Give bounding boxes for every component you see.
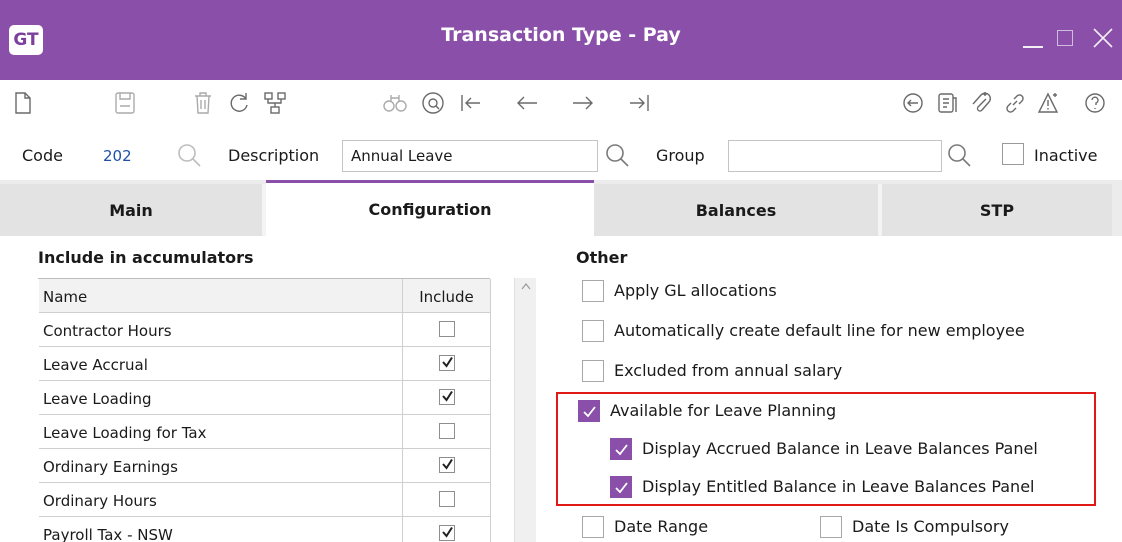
code-lookup-icon[interactable]	[176, 142, 202, 168]
title-bar: GT Transaction Type - Pay	[0, 0, 1122, 80]
first-icon[interactable]	[454, 86, 488, 120]
help-icon[interactable]	[1080, 86, 1110, 120]
excluded-from-annual-salary-label: Excluded from annual salary	[614, 361, 843, 380]
table-row[interactable]: Leave Loading	[39, 381, 491, 415]
description-field[interactable]: Annual Leave	[342, 140, 598, 172]
include-checkbox[interactable]	[439, 423, 455, 439]
include-checkbox[interactable]	[439, 525, 455, 541]
auto-create-default-line-checkbox[interactable]	[582, 320, 604, 342]
code-label: Code	[22, 146, 63, 165]
row-include-cell	[402, 313, 491, 347]
row-name: Leave Loading	[43, 390, 152, 408]
table-row[interactable]: Contractor Hours	[39, 313, 491, 347]
scroll-up-icon[interactable]	[521, 282, 531, 290]
minimize-icon	[1023, 46, 1043, 48]
include-checkbox[interactable]	[439, 355, 455, 371]
row-include-cell	[402, 449, 491, 483]
next-icon[interactable]	[566, 86, 600, 120]
tab-bar: Main Configuration Balances STP	[0, 180, 1122, 236]
row-include-cell	[402, 381, 491, 415]
group-lookup-icon[interactable]	[946, 142, 972, 168]
row-name: Ordinary Earnings	[43, 458, 178, 476]
display-accrued-balance-label: Display Accrued Balance in Leave Balance…	[642, 439, 1038, 458]
apply-gl-allocations-checkbox[interactable]	[582, 280, 604, 302]
other-title: Other	[576, 248, 628, 267]
column-header-include[interactable]: Include	[402, 279, 491, 313]
row-name: Ordinary Hours	[43, 492, 157, 510]
table-row[interactable]: Ordinary Hours	[39, 483, 491, 517]
delete-icon[interactable]	[186, 86, 220, 120]
tab-configuration[interactable]: Configuration	[266, 180, 594, 236]
inactive-checkbox[interactable]	[1002, 143, 1024, 165]
apply-gl-allocations-label: Apply GL allocations	[614, 281, 777, 300]
grid-header-row: Name Include	[39, 279, 491, 313]
date-is-compulsory-checkbox[interactable]	[820, 516, 842, 538]
include-checkbox[interactable]	[439, 321, 455, 337]
display-accrued-balance-checkbox[interactable]	[610, 438, 632, 460]
table-row[interactable]: Leave Accrual	[39, 347, 491, 381]
toolbar	[0, 80, 1122, 126]
row-name: Contractor Hours	[43, 322, 172, 340]
include-checkbox[interactable]	[439, 389, 455, 405]
date-is-compulsory-label: Date Is Compulsory	[852, 517, 1009, 536]
lookup-icon[interactable]	[416, 86, 450, 120]
group-field[interactable]	[728, 140, 942, 172]
maximize-icon	[1057, 30, 1073, 46]
grid-scrollbar[interactable]	[514, 278, 536, 542]
row-name: Payroll Tax - NSW	[43, 526, 173, 542]
window-title: Transaction Type - Pay	[441, 24, 681, 46]
row-include-cell	[402, 415, 491, 449]
row-name: Leave Loading for Tax	[43, 424, 207, 442]
new-icon[interactable]	[6, 86, 40, 120]
notes-icon[interactable]	[930, 86, 964, 120]
display-entitled-balance-label: Display Entitled Balance in Leave Balanc…	[642, 477, 1035, 496]
available-for-leave-planning-label: Available for Leave Planning	[610, 401, 837, 420]
find-icon[interactable]	[378, 86, 412, 120]
header-fields: Code 202 Description Annual Leave Group …	[0, 126, 1122, 180]
accumulators-grid: Name Include Contractor Hours Leave Accru…	[38, 278, 491, 542]
maximize-button[interactable]	[1050, 20, 1080, 56]
tab-main[interactable]: Main	[0, 184, 266, 236]
excluded-from-annual-salary-checkbox[interactable]	[582, 360, 604, 382]
description-lookup-icon[interactable]	[604, 142, 630, 168]
accumulators-title: Include in accumulators	[38, 248, 254, 267]
row-include-cell	[402, 483, 491, 517]
tab-stp[interactable]: STP	[882, 184, 1112, 236]
row-include-cell	[402, 347, 491, 381]
previous-icon[interactable]	[510, 86, 544, 120]
table-row[interactable]: Leave Loading for Tax	[39, 415, 491, 449]
description-label: Description	[228, 146, 320, 165]
available-for-leave-planning-checkbox[interactable]	[578, 400, 600, 422]
row-name: Leave Accrual	[43, 356, 148, 374]
inactive-label: Inactive	[1034, 146, 1098, 165]
refresh-icon[interactable]	[222, 86, 256, 120]
save-icon[interactable]	[108, 86, 142, 120]
close-icon	[1093, 28, 1113, 48]
last-icon[interactable]	[622, 86, 656, 120]
date-range-checkbox[interactable]	[582, 516, 604, 538]
back-icon[interactable]	[896, 86, 930, 120]
tab-balances[interactable]: Balances	[594, 184, 882, 236]
link-icon[interactable]	[998, 86, 1032, 120]
auto-create-default-line-label: Automatically create default line for ne…	[614, 321, 1025, 340]
configuration-panel: Include in accumulators Name Include Con…	[0, 236, 1122, 542]
column-header-name[interactable]: Name	[43, 288, 87, 306]
row-include-cell	[402, 517, 491, 542]
group-label: Group	[656, 146, 705, 165]
include-checkbox[interactable]	[439, 457, 455, 473]
table-row[interactable]: Ordinary Earnings	[39, 449, 491, 483]
alerts-icon[interactable]	[1032, 86, 1066, 120]
hierarchy-icon[interactable]	[258, 86, 292, 120]
code-field[interactable]: 202	[94, 140, 166, 172]
display-entitled-balance-checkbox[interactable]	[610, 476, 632, 498]
include-checkbox[interactable]	[439, 491, 455, 507]
attach-icon[interactable]	[964, 86, 998, 120]
table-row[interactable]: Payroll Tax - NSW	[39, 517, 491, 542]
date-range-label: Date Range	[614, 517, 709, 536]
close-button[interactable]	[1088, 20, 1118, 56]
minimize-button[interactable]	[1018, 20, 1048, 56]
